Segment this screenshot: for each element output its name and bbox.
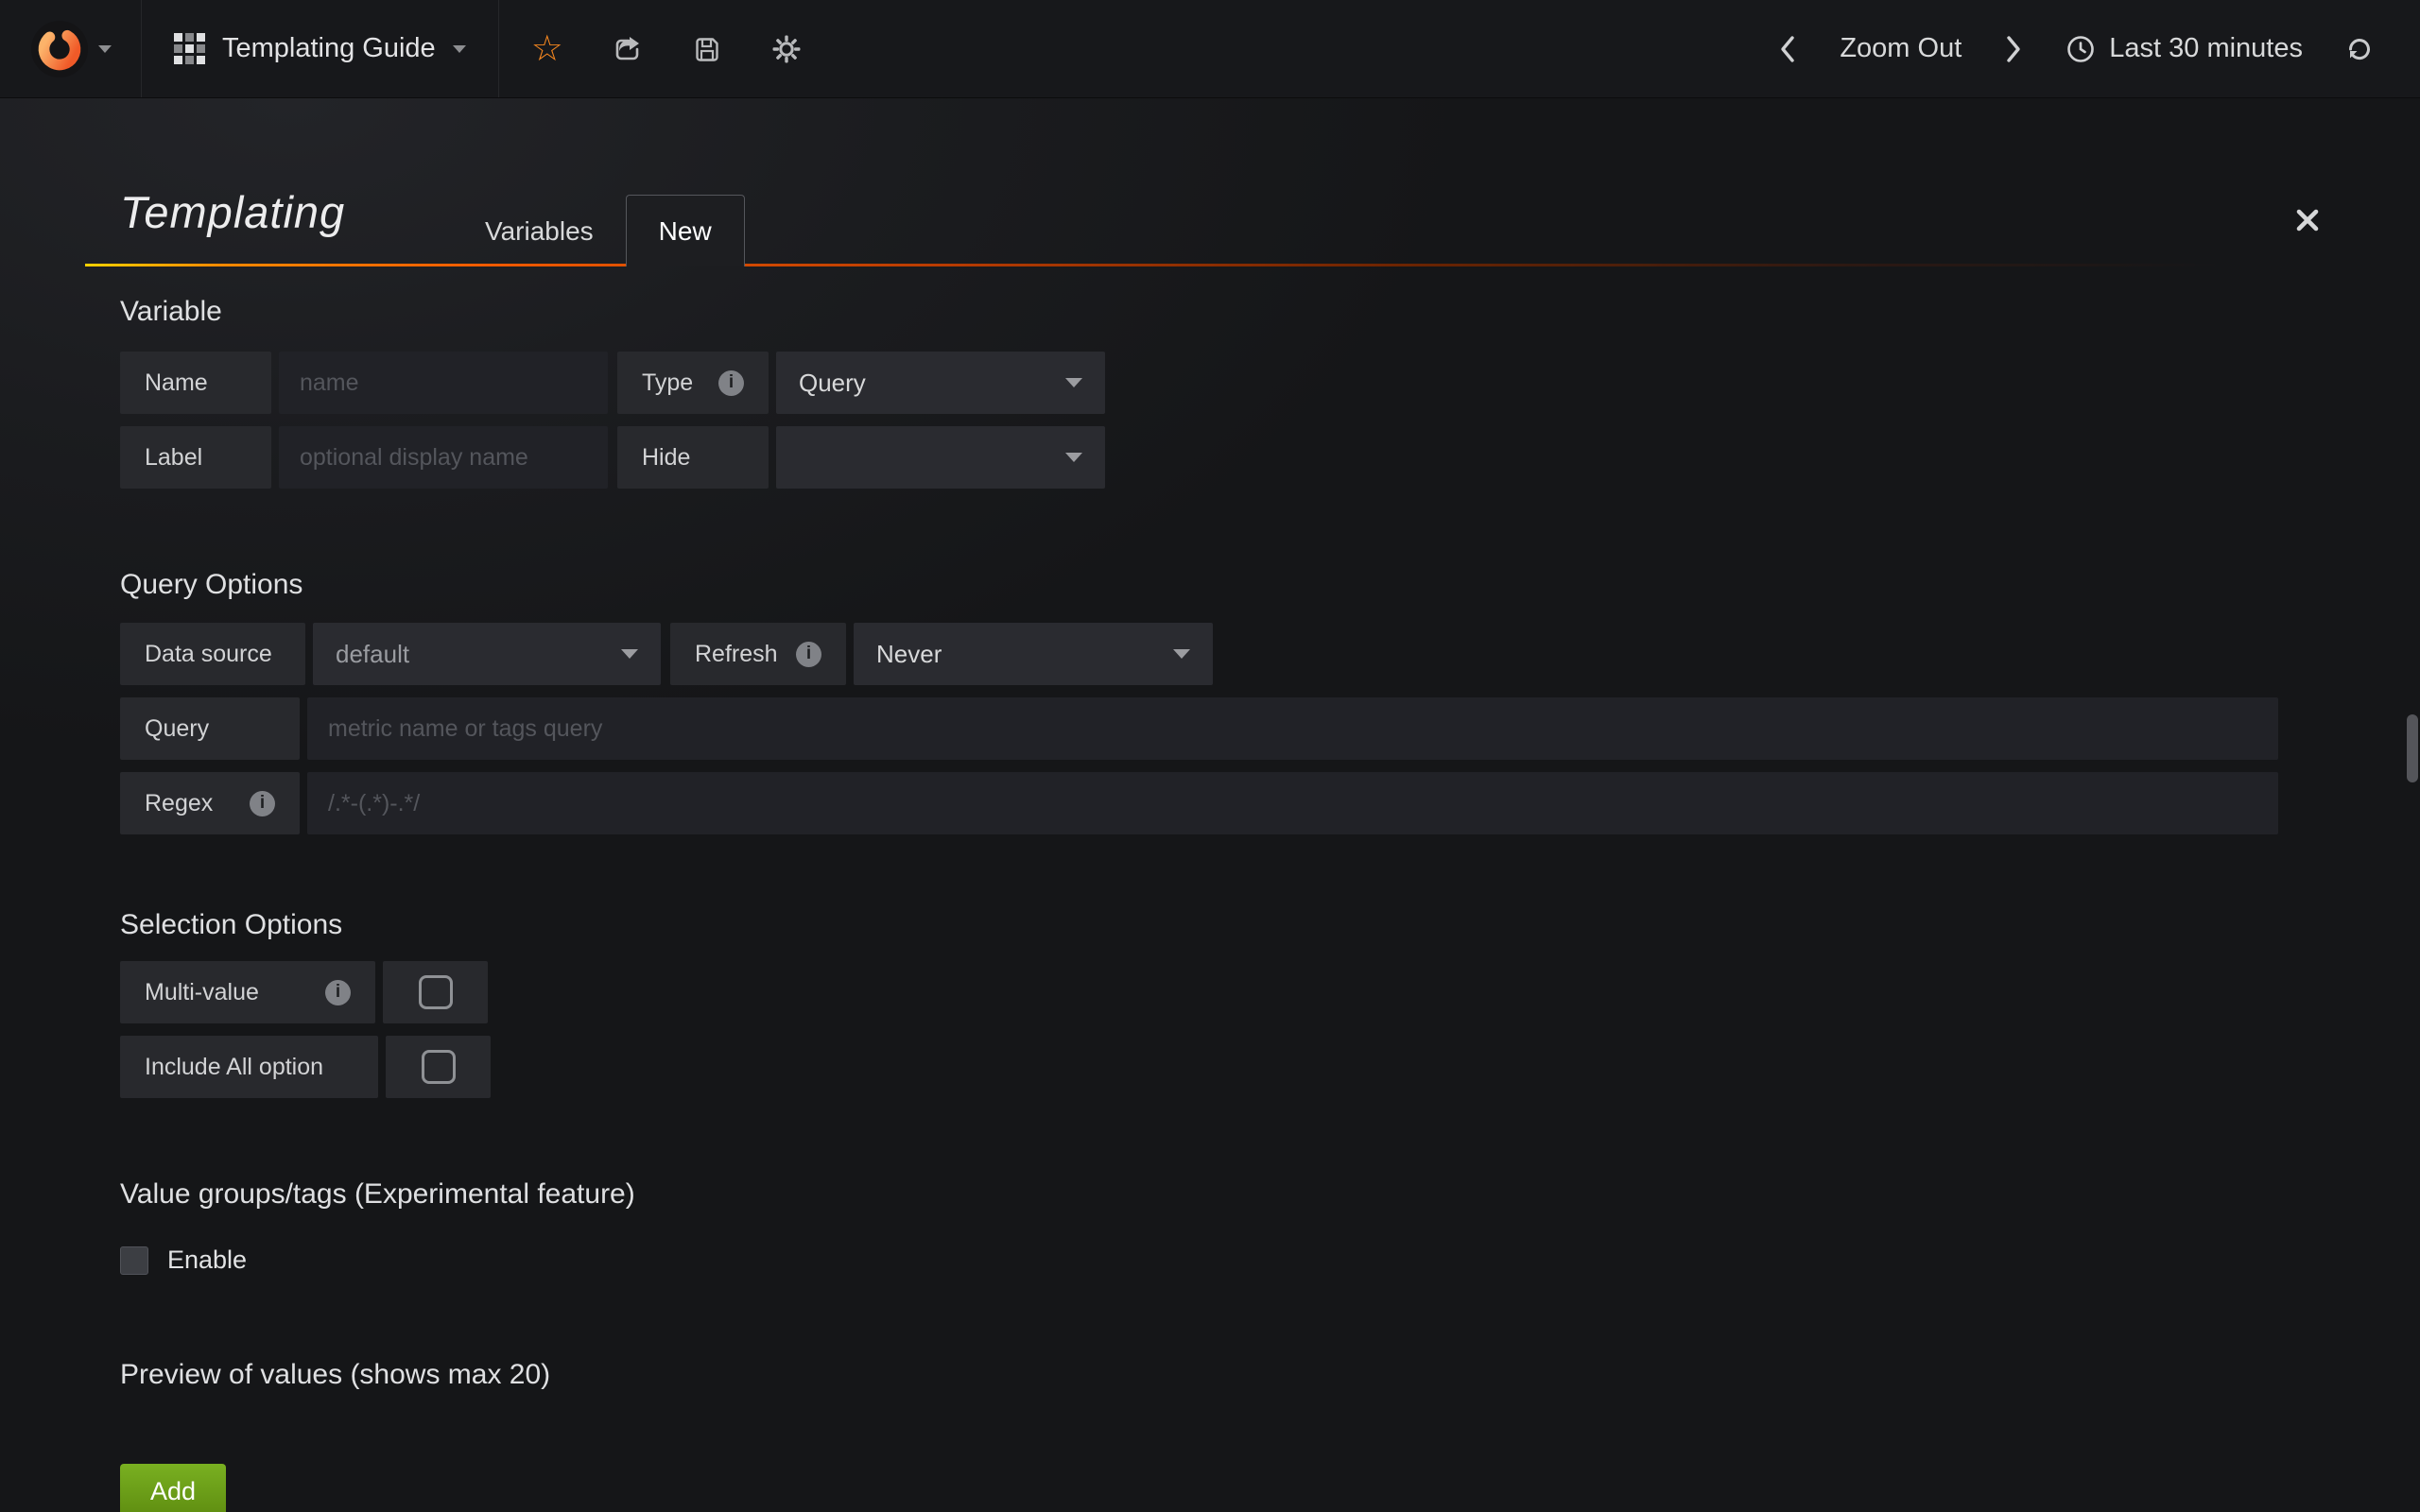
hide-label: Hide bbox=[617, 426, 769, 489]
enable-row: Enable bbox=[120, 1246, 2316, 1275]
refresh-button[interactable] bbox=[2324, 0, 2395, 98]
label-input[interactable] bbox=[279, 426, 608, 489]
form-row: Label Hide bbox=[120, 426, 2316, 489]
multi-value-label: Multi-value i bbox=[120, 961, 375, 1023]
time-controls: Zoom Out Last 30 minutes bbox=[1756, 0, 2420, 97]
navbar-spacer bbox=[834, 0, 1757, 97]
tab-new[interactable]: New bbox=[626, 195, 745, 266]
grafana-logo-icon bbox=[30, 20, 89, 78]
query-label: Query bbox=[120, 697, 300, 760]
type-label: Type i bbox=[617, 352, 769, 414]
refresh-select-value: Never bbox=[876, 640, 942, 669]
selection-options-form: Multi-value i Include All option bbox=[120, 961, 2316, 1098]
scrollbar-thumb[interactable] bbox=[2407, 714, 2418, 782]
caret-down-icon bbox=[1065, 453, 1082, 462]
type-label-text: Type bbox=[642, 369, 693, 397]
label-label: Label bbox=[120, 426, 271, 489]
checkbox-icon bbox=[422, 1050, 456, 1084]
caret-down-icon bbox=[1173, 649, 1190, 659]
name-input[interactable] bbox=[279, 352, 608, 414]
enable-label: Enable bbox=[167, 1246, 247, 1275]
variable-form: Name Type i Query Label Hide bbox=[120, 352, 2316, 489]
form-row: Query bbox=[120, 697, 2316, 760]
info-icon[interactable]: i bbox=[718, 370, 744, 396]
info-icon[interactable]: i bbox=[796, 642, 821, 667]
include-all-checkbox[interactable] bbox=[386, 1036, 491, 1098]
datasource-label: Data source bbox=[120, 623, 305, 685]
hide-select[interactable] bbox=[776, 426, 1105, 489]
clock-icon bbox=[2066, 34, 2096, 64]
info-icon[interactable]: i bbox=[325, 980, 351, 1005]
datasource-select-value: default bbox=[336, 640, 409, 669]
form-row: Regex i bbox=[120, 772, 2316, 834]
tab-variables[interactable]: Variables bbox=[453, 197, 626, 266]
form-row: Data source default Refresh i Never bbox=[120, 623, 2316, 685]
regex-label: Regex i bbox=[120, 772, 300, 834]
dashboard-grid-icon bbox=[174, 33, 205, 64]
info-icon[interactable]: i bbox=[250, 791, 275, 816]
enable-checkbox[interactable] bbox=[120, 1246, 148, 1275]
selection-options-heading: Selection Options bbox=[120, 908, 2316, 942]
save-icon bbox=[692, 34, 722, 64]
grafana-menu-button[interactable] bbox=[0, 0, 142, 97]
templating-editor: Templating Variables New Variable Name T… bbox=[0, 98, 2420, 1512]
regex-input[interactable] bbox=[307, 772, 2278, 834]
zoom-out-button[interactable]: Zoom Out bbox=[1819, 0, 1982, 98]
dashboard-settings-button[interactable] bbox=[747, 0, 826, 98]
gear-icon bbox=[771, 34, 802, 64]
preview-heading: Preview of values (shows max 20) bbox=[120, 1358, 2316, 1392]
dashboard-picker[interactable]: Templating Guide bbox=[142, 0, 499, 97]
header-accent-line bbox=[85, 264, 2333, 266]
dashboard-toolbar: ☆ bbox=[499, 0, 834, 97]
share-icon bbox=[613, 34, 643, 64]
close-icon bbox=[2293, 206, 2322, 234]
refresh-label: Refresh i bbox=[670, 623, 846, 685]
refresh-label-text: Refresh bbox=[695, 641, 778, 668]
query-options-form: Data source default Refresh i Never Quer… bbox=[120, 623, 2316, 834]
value-groups-heading: Value groups/tags (Experimental feature) bbox=[120, 1177, 2316, 1211]
refresh-select[interactable]: Never bbox=[854, 623, 1213, 685]
chevron-right-icon bbox=[2003, 33, 2024, 65]
zoom-out-label: Zoom Out bbox=[1840, 33, 1962, 64]
page-title: Templating bbox=[120, 186, 345, 238]
time-shift-back-button[interactable] bbox=[1756, 0, 1819, 98]
name-label: Name bbox=[120, 352, 271, 414]
datasource-select[interactable]: default bbox=[313, 623, 661, 685]
refresh-icon bbox=[2344, 34, 2375, 64]
add-button[interactable]: Add bbox=[120, 1464, 226, 1512]
regex-label-text: Regex bbox=[145, 790, 213, 817]
close-button[interactable] bbox=[2293, 206, 2322, 234]
include-all-label: Include All option bbox=[120, 1036, 378, 1098]
query-input[interactable] bbox=[307, 697, 2278, 760]
type-select[interactable]: Query bbox=[776, 352, 1105, 414]
caret-down-icon bbox=[1065, 378, 1082, 387]
chevron-left-icon bbox=[1777, 33, 1798, 65]
save-dashboard-button[interactable] bbox=[667, 0, 747, 98]
form-row: Multi-value i bbox=[120, 961, 2316, 1023]
time-range-label: Last 30 minutes bbox=[2109, 33, 2303, 64]
top-navbar: Templating Guide ☆ bbox=[0, 0, 2420, 98]
multi-value-checkbox[interactable] bbox=[383, 961, 488, 1023]
caret-down-icon bbox=[98, 45, 112, 53]
page-header: Templating Variables New bbox=[120, 98, 2316, 266]
type-select-value: Query bbox=[799, 369, 866, 398]
caret-down-icon bbox=[453, 45, 466, 53]
dashboard-title: Templating Guide bbox=[222, 33, 436, 64]
multi-value-label-text: Multi-value bbox=[145, 979, 259, 1006]
variable-section-heading: Variable bbox=[120, 295, 2316, 329]
form-row: Name Type i Query bbox=[120, 352, 2316, 414]
query-options-heading: Query Options bbox=[120, 568, 2316, 602]
caret-down-icon bbox=[621, 649, 638, 659]
star-icon: ☆ bbox=[531, 31, 563, 67]
checkbox-icon bbox=[419, 975, 453, 1009]
share-dashboard-button[interactable] bbox=[588, 0, 667, 98]
form-row: Include All option bbox=[120, 1036, 2316, 1098]
time-range-picker[interactable]: Last 30 minutes bbox=[2045, 0, 2324, 98]
tab-bar: Variables New bbox=[453, 195, 745, 266]
star-dashboard-button[interactable]: ☆ bbox=[507, 0, 588, 98]
time-shift-forward-button[interactable] bbox=[1982, 0, 2045, 98]
